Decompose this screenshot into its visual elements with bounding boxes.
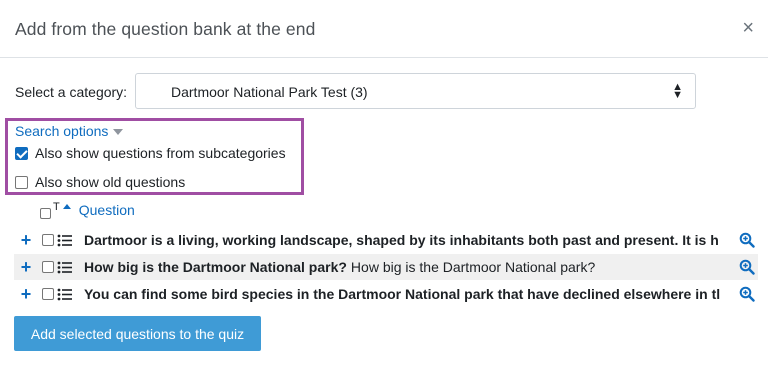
question-text: How big is the Dartmoor National park?	[350, 259, 596, 275]
table-row: + How big is the Dartmoor National park?…	[14, 254, 758, 280]
zoom-in-icon[interactable]	[738, 232, 756, 248]
plus-icon[interactable]: +	[16, 231, 36, 249]
category-label: Select a category:	[15, 84, 128, 100]
row-checkbox[interactable]	[42, 261, 54, 273]
row-checkbox[interactable]	[42, 234, 54, 246]
subcategories-label: Also show questions from subcategories	[35, 145, 286, 161]
zoom-in-icon[interactable]	[738, 259, 756, 275]
row-checkbox[interactable]	[42, 288, 54, 300]
old-questions-checkbox[interactable]	[15, 175, 28, 189]
dialog-header: Add from the question bank at the end ×	[0, 0, 768, 58]
subcategories-checkbox[interactable]	[15, 146, 28, 160]
category-select[interactable]: Dartmoor National Park Test (3) ▲ ▼	[135, 73, 696, 109]
close-button[interactable]: ×	[742, 18, 754, 38]
search-options-toggle[interactable]: Search options	[15, 123, 124, 139]
type-column-header[interactable]: T	[53, 201, 60, 213]
search-options-label: Search options	[15, 123, 109, 139]
old-questions-option[interactable]: Also show old questions	[15, 174, 185, 190]
question-name: Dartmoor is a living, working landscape,…	[84, 232, 719, 248]
sort-asc-icon	[62, 203, 71, 209]
dialog-title: Add from the question bank at the end	[15, 19, 316, 39]
table-row: + Dartmoor is a living, working landscap…	[14, 227, 758, 253]
plus-icon[interactable]: +	[16, 258, 36, 276]
add-selected-button[interactable]: Add selected questions to the quiz	[14, 316, 261, 351]
multichoice-icon	[57, 261, 72, 273]
old-questions-label: Also show old questions	[35, 174, 186, 190]
question-name-text: How big is the Dartmoor National park?	[84, 259, 347, 275]
question-table-header: T Question	[40, 201, 135, 219]
question-name: How big is the Dartmoor National park? Ho…	[84, 259, 738, 275]
multichoice-icon	[57, 234, 72, 246]
question-name: You can find some bird species in the Da…	[84, 286, 721, 302]
subcategories-option[interactable]: Also show questions from subcategories	[15, 145, 286, 161]
question-column-header[interactable]: Question	[79, 202, 135, 218]
select-caret-icon: ▲ ▼	[672, 81, 683, 101]
multichoice-icon	[57, 288, 72, 300]
zoom-in-icon[interactable]	[738, 286, 756, 302]
table-row: + You can find some bird species in the …	[14, 281, 758, 307]
caret-down-icon	[113, 129, 124, 136]
select-all-checkbox[interactable]	[40, 207, 51, 219]
category-selected-value: Dartmoor National Park Test (3)	[171, 84, 368, 100]
plus-icon[interactable]: +	[16, 285, 36, 303]
